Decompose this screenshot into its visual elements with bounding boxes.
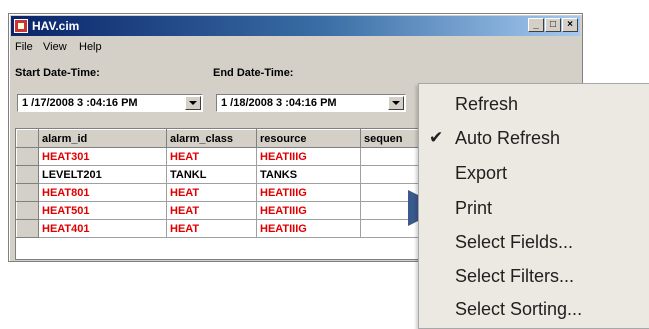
chevron-down-icon[interactable] (185, 96, 201, 110)
cell-alarm-id: HEAT801 (38, 183, 167, 202)
cell-alarm-id: HEAT301 (38, 147, 167, 166)
end-date-label: End Date-Time: (213, 67, 294, 79)
cell-alarm-id: LEVELT201 (38, 165, 167, 184)
start-date-select[interactable]: 1 /17/2008 3 :04:16 PM (17, 94, 203, 112)
app-icon (14, 19, 28, 33)
corner-header[interactable] (16, 129, 39, 148)
table-row[interactable]: HEAT801 HEAT HEATIIIG (16, 183, 441, 202)
row-header[interactable] (16, 201, 39, 220)
table-row[interactable]: LEVELT201 TANKL TANKS (16, 165, 441, 184)
cell-alarm-id: HEAT501 (38, 201, 167, 220)
cell-resource: HEATIIIG (256, 219, 361, 238)
table-row[interactable]: HEAT301 HEAT HEATIIIG (16, 147, 441, 166)
menu-view[interactable]: View (43, 41, 67, 53)
close-button[interactable]: × (562, 18, 578, 32)
table-row[interactable]: HEAT501 HEAT HEATIIIG (16, 201, 441, 220)
menu-help[interactable]: Help (79, 41, 102, 53)
minimize-button[interactable]: _ (528, 18, 544, 32)
cell-alarm-class: HEAT (166, 201, 257, 220)
context-menu: Refresh ✔ Auto Refresh Export Print Sele… (418, 83, 649, 329)
title-bar[interactable]: HAV.cim _ □ × (11, 16, 580, 36)
column-header-alarm-id[interactable]: alarm_id (38, 129, 167, 148)
row-header[interactable] (16, 219, 39, 238)
table-header-row: alarm_id alarm_class resource sequen (16, 129, 441, 148)
column-header-alarm-class[interactable]: alarm_class (166, 129, 257, 148)
cell-alarm-class: HEAT (166, 183, 257, 202)
window-title: HAV.cim (32, 19, 80, 33)
maximize-button[interactable]: □ (545, 18, 561, 32)
cell-resource: TANKS (256, 165, 361, 184)
row-header[interactable] (16, 147, 39, 166)
end-date-select[interactable]: 1 /18/2008 3 :04:16 PM (216, 94, 406, 112)
cell-alarm-class: TANKL (166, 165, 257, 184)
table-row[interactable]: HEAT401 HEAT HEATIIIG (16, 219, 441, 238)
end-date-value: 1 /18/2008 3 :04:16 PM (221, 97, 337, 109)
menu-item-print[interactable]: Print (455, 198, 492, 219)
start-date-label: Start Date-Time: (15, 67, 100, 79)
checkmark-icon: ✔ (429, 128, 444, 147)
menu-item-auto-refresh[interactable]: Auto Refresh (455, 128, 560, 149)
alarm-table: alarm_id alarm_class resource sequen HEA… (16, 129, 441, 238)
cell-alarm-class: HEAT (166, 147, 257, 166)
menu-item-refresh[interactable]: Refresh (455, 94, 518, 115)
menu-item-select-fields[interactable]: Select Fields... (455, 232, 573, 253)
menu-item-export[interactable]: Export (455, 163, 507, 184)
chevron-down-icon[interactable] (388, 96, 404, 110)
cell-resource: HEATIIIG (256, 201, 361, 220)
menu-bar: File View Help (11, 38, 580, 56)
row-header[interactable] (16, 165, 39, 184)
column-header-resource[interactable]: resource (256, 129, 361, 148)
start-date-value: 1 /17/2008 3 :04:16 PM (22, 97, 138, 109)
row-header[interactable] (16, 183, 39, 202)
cell-resource: HEATIIIG (256, 183, 361, 202)
cell-alarm-class: HEAT (166, 219, 257, 238)
menu-file[interactable]: File (15, 41, 33, 53)
cell-resource: HEATIIIG (256, 147, 361, 166)
menu-item-select-sorting[interactable]: Select Sorting... (455, 299, 582, 320)
menu-item-select-filters[interactable]: Select Filters... (455, 266, 574, 287)
cell-alarm-id: HEAT401 (38, 219, 167, 238)
